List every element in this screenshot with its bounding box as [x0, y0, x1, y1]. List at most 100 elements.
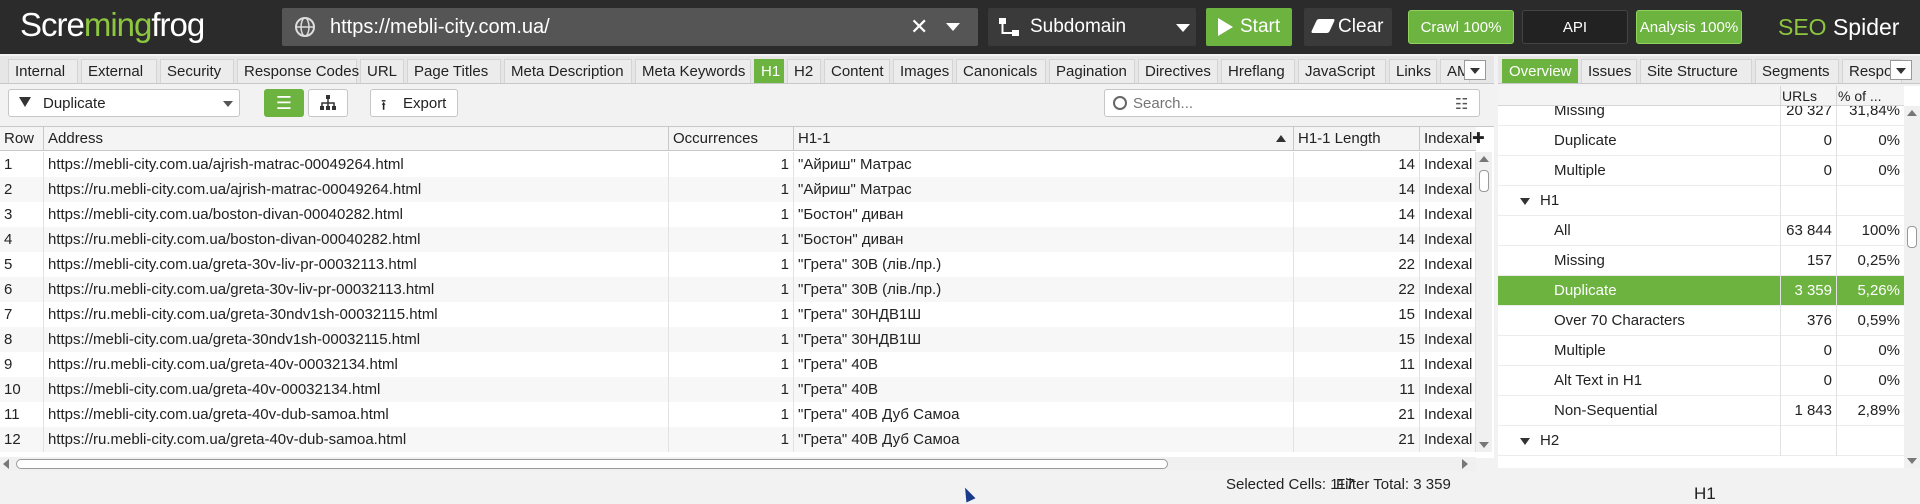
overview-item[interactable]: Duplicate 3 359 5,26% — [1498, 276, 1904, 306]
h1-cell[interactable]: "Грета" 40В Дуб Самоа — [794, 402, 1294, 427]
occurrences-cell[interactable]: 1 — [669, 427, 794, 452]
tab-internal[interactable]: Internal — [8, 59, 78, 83]
table-row[interactable]: 8 https://mebli-city.com.ua/greta-30ndv1s… — [0, 327, 1476, 352]
tab-response-codes[interactable]: Response Codes — [237, 59, 359, 83]
h1-length-cell[interactable]: 14 — [1294, 177, 1420, 202]
address-cell[interactable]: https://ru.mebli-city.com.ua/ajrish-matr… — [44, 177, 669, 202]
address-cell[interactable]: https://ru.mebli-city.com.ua/greta-30ndv… — [44, 302, 669, 327]
overview-item[interactable]: Alt Text in H1 0 0% — [1498, 366, 1904, 396]
address-cell[interactable]: https://ru.mebli-city.com.ua/greta-40v-0… — [44, 352, 669, 377]
tab-pagination[interactable]: Pagination — [1049, 59, 1135, 83]
clear-button[interactable]: Clear — [1304, 8, 1392, 46]
indexability-cell[interactable]: Indexal — [1420, 152, 1476, 177]
scroll-up-icon[interactable] — [1907, 110, 1917, 116]
column-header-h1-1[interactable]: H1-1 — [794, 127, 1294, 151]
column-header-h1-1-length[interactable]: H1-1 Length — [1294, 127, 1420, 151]
indexability-cell[interactable]: Indexal — [1420, 402, 1476, 427]
row-number[interactable]: 7 — [0, 302, 44, 327]
h1-length-cell[interactable]: 15 — [1294, 302, 1420, 327]
occurrences-cell[interactable]: 1 — [669, 377, 794, 402]
occurrences-cell[interactable]: 1 — [669, 277, 794, 302]
indexability-cell[interactable]: Indexal — [1420, 427, 1476, 452]
table-row[interactable]: 10 https://mebli-city.com.ua/greta-40v-00… — [0, 377, 1476, 402]
export-button[interactable]: ⭱ Export — [370, 89, 458, 117]
scroll-thumb[interactable] — [1907, 226, 1917, 248]
overview-item[interactable]: Multiple 0 0% — [1498, 336, 1904, 366]
indexability-cell[interactable]: Indexal — [1420, 277, 1476, 302]
table-row[interactable]: 7 https://ru.mebli-city.com.ua/greta-30nd… — [0, 302, 1476, 327]
right-tab-overview[interactable]: Overview — [1502, 59, 1578, 83]
url-bar[interactable]: https://mebli-city.com.ua/ ✕ — [282, 8, 978, 46]
row-number[interactable]: 1 — [0, 152, 44, 177]
h1-cell[interactable]: "Грета" 30НДВ1Ш — [794, 327, 1294, 352]
address-cell[interactable]: https://mebli-city.com.ua/boston-divan-0… — [44, 202, 669, 227]
table-row[interactable]: 5 https://mebli-city.com.ua/greta-30v-liv… — [0, 252, 1476, 277]
occurrences-cell[interactable]: 1 — [669, 352, 794, 377]
row-number[interactable]: 12 — [0, 427, 44, 452]
row-number[interactable]: 4 — [0, 227, 44, 252]
column-header-indexability[interactable]: Indexal — [1420, 127, 1476, 151]
url-history-dropdown-icon[interactable] — [946, 23, 960, 31]
tab-content[interactable]: Content — [824, 59, 890, 83]
indexability-cell[interactable]: Indexal — [1420, 327, 1476, 352]
h1-cell[interactable]: "Грета" 40В — [794, 352, 1294, 377]
tab-javascript[interactable]: JavaScript — [1298, 59, 1386, 83]
overview-item[interactable]: Duplicate 0 0% — [1498, 126, 1904, 156]
scroll-left-icon[interactable] — [3, 459, 9, 469]
scroll-thumb[interactable] — [16, 459, 1168, 469]
h1-length-cell[interactable]: 15 — [1294, 327, 1420, 352]
row-number[interactable]: 5 — [0, 252, 44, 277]
row-number[interactable]: 6 — [0, 277, 44, 302]
column-header-row[interactable]: Row — [0, 127, 44, 151]
tab-security[interactable]: Security — [160, 59, 234, 83]
expand-caret-icon[interactable] — [1520, 438, 1530, 445]
row-number[interactable]: 10 — [0, 377, 44, 402]
overview-item[interactable]: Multiple 0 0% — [1498, 156, 1904, 186]
h1-cell[interactable]: "Грета" 40В — [794, 377, 1294, 402]
occurrences-cell[interactable]: 1 — [669, 252, 794, 277]
address-cell[interactable]: https://mebli-city.com.ua/greta-30ndv1sh… — [44, 327, 669, 352]
row-number[interactable]: 3 — [0, 202, 44, 227]
indexability-cell[interactable]: Indexal — [1420, 252, 1476, 277]
indexability-cell[interactable]: Indexal — [1420, 227, 1476, 252]
h1-length-cell[interactable]: 14 — [1294, 152, 1420, 177]
add-column-icon[interactable]: ✚ — [1472, 129, 1485, 147]
clear-url-icon[interactable]: ✕ — [910, 14, 928, 40]
address-cell[interactable]: https://mebli-city.com.ua/greta-40v-0003… — [44, 377, 669, 402]
h1-length-cell[interactable]: 14 — [1294, 227, 1420, 252]
table-vertical-scrollbar[interactable] — [1476, 152, 1492, 452]
crawl-mode-select[interactable]: Subdomain — [988, 8, 1196, 46]
right-tab-site-structure[interactable]: Site Structure — [1640, 59, 1752, 83]
tab-meta-keywords[interactable]: Meta Keywords — [635, 59, 751, 83]
overview-item[interactable]: Missing 20 327 31,84% — [1498, 106, 1904, 126]
row-number[interactable]: 8 — [0, 327, 44, 352]
tab-page-titles[interactable]: Page Titles — [407, 59, 501, 83]
tab-h1[interactable]: H1 — [754, 59, 784, 83]
address-cell[interactable]: https://ru.mebli-city.com.ua/greta-40v-d… — [44, 427, 669, 452]
h1-cell[interactable]: "Айриш" Матрас — [794, 177, 1294, 202]
h1-length-cell[interactable]: 21 — [1294, 427, 1420, 452]
tab-links[interactable]: Links — [1389, 59, 1437, 83]
overview-item[interactable]: Over 70 Characters 376 0,59% — [1498, 306, 1904, 336]
tab-directives[interactable]: Directives — [1138, 59, 1218, 83]
table-row[interactable]: 6 https://ru.mebli-city.com.ua/greta-30v-… — [0, 277, 1476, 302]
address-cell[interactable]: https://mebli-city.com.ua/ajrish-matrac-… — [44, 152, 669, 177]
occurrences-cell[interactable]: 1 — [669, 402, 794, 427]
row-number[interactable]: 11 — [0, 402, 44, 427]
table-row[interactable]: 12 https://ru.mebli-city.com.ua/greta-40v… — [0, 427, 1476, 452]
column-header-percent[interactable]: % of ... — [1838, 88, 1882, 104]
indexability-cell[interactable]: Indexal — [1420, 377, 1476, 402]
list-view-button[interactable]: ☰ — [264, 89, 304, 117]
occurrences-cell[interactable]: 1 — [669, 152, 794, 177]
h1-cell[interactable]: "Грета" 30В (лів./пр.) — [794, 252, 1294, 277]
api-button[interactable]: API — [1522, 10, 1628, 44]
address-cell[interactable]: https://ru.mebli-city.com.ua/greta-30v-l… — [44, 277, 669, 302]
h1-length-cell[interactable]: 14 — [1294, 202, 1420, 227]
tab-meta-description[interactable]: Meta Description — [504, 59, 632, 83]
h1-length-cell[interactable]: 22 — [1294, 252, 1420, 277]
occurrences-cell[interactable]: 1 — [669, 327, 794, 352]
occurrences-cell[interactable]: 1 — [669, 302, 794, 327]
indexability-cell[interactable]: Indexal — [1420, 352, 1476, 377]
occurrences-cell[interactable]: 1 — [669, 227, 794, 252]
overview-item[interactable]: Non-Sequential 1 843 2,89% — [1498, 396, 1904, 426]
